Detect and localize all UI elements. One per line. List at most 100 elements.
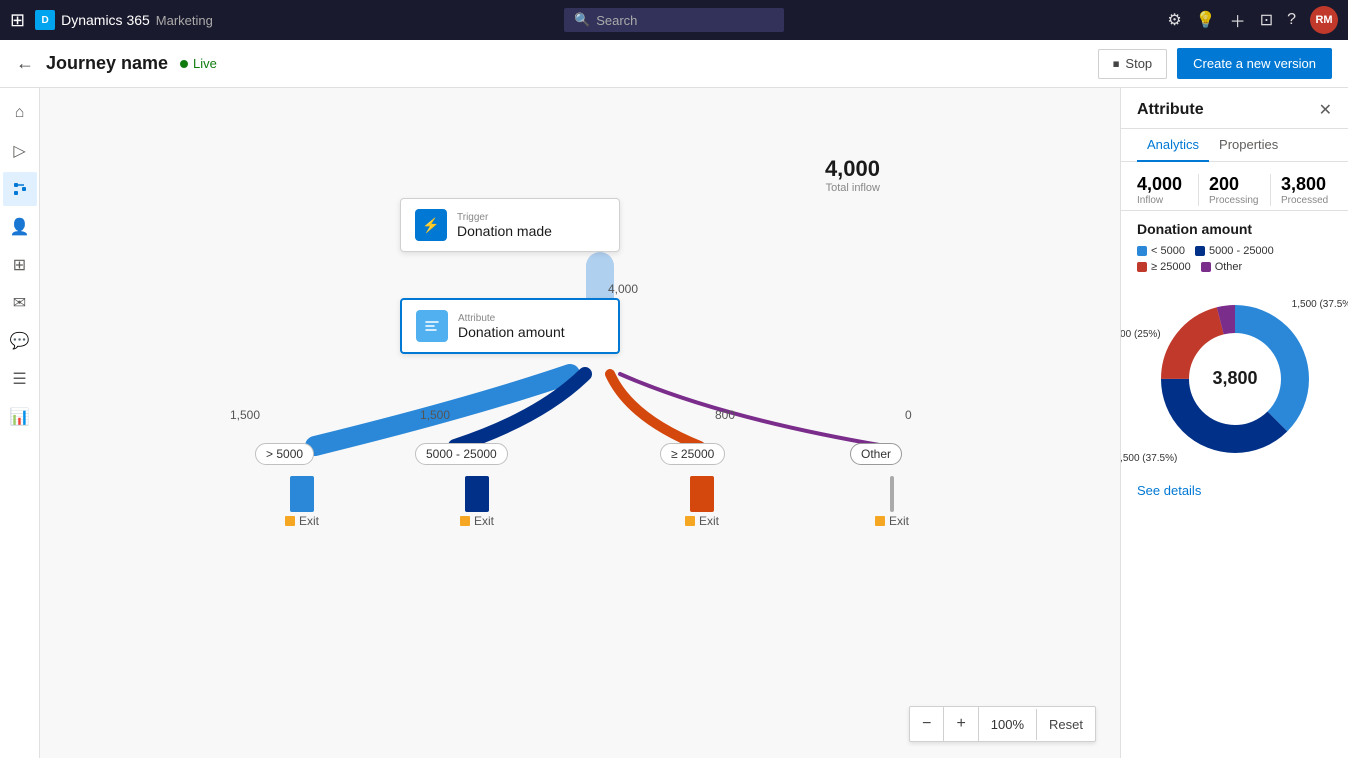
trigger-icon: ⚡: [415, 209, 447, 241]
sidebar-nav1[interactable]: ▷: [3, 134, 37, 168]
exit-bar-3: [690, 476, 714, 512]
zoom-reset-button[interactable]: Reset: [1037, 709, 1095, 740]
trigger-type: Trigger: [457, 212, 552, 223]
settings-icon[interactable]: ⚙: [1167, 10, 1181, 30]
attribute-name: Donation amount: [458, 324, 565, 340]
branch-count-1: 1,500: [230, 408, 260, 422]
legend-dot-other: [1201, 262, 1211, 272]
sidebar-table[interactable]: ⊞: [3, 248, 37, 282]
avatar[interactable]: RM: [1310, 6, 1338, 34]
tab-properties[interactable]: Properties: [1209, 129, 1288, 162]
exit-bar-1: [290, 476, 314, 512]
branch-count-2: 1,500: [420, 408, 450, 422]
search-bar: 🔍: [564, 8, 784, 32]
legend-items: < 5000 5000 - 25000 ≥ 25000 Other: [1137, 245, 1332, 273]
exit-label-3: Exit: [685, 514, 719, 528]
tab-analytics[interactable]: Analytics: [1137, 129, 1209, 162]
donut-wrapper: 3,800 1,500 (37.5%) 800 (25%) 1,500 (37.…: [1145, 289, 1325, 469]
back-button[interactable]: ←: [16, 53, 34, 74]
sidebar-chat[interactable]: 💬: [3, 324, 37, 358]
apps-icon[interactable]: ⊞: [10, 10, 25, 31]
branch-label-4: Other: [850, 443, 902, 465]
legend-item-3: ≥ 25000: [1137, 261, 1191, 273]
sidebar: ⌂ ▷ 👤 ⊞ ✉ 💬 ☰ 📊: [0, 88, 40, 758]
exit-label-4: Exit: [875, 514, 909, 528]
legend-label-3: ≥ 25000: [1151, 261, 1191, 273]
panel-title: Attribute: [1137, 101, 1204, 119]
panel-header: Attribute ✕: [1121, 88, 1348, 129]
filter-icon[interactable]: ⊡: [1260, 10, 1273, 30]
create-new-version-button[interactable]: Create a new version: [1177, 48, 1332, 79]
sidebar-list[interactable]: ☰: [3, 362, 37, 396]
exit-bar-4: [890, 476, 894, 512]
sidebar-journey[interactable]: [3, 172, 37, 206]
stats-section: 4,000 Inflow 200 Processing 3,800 Proces…: [1121, 162, 1348, 211]
svg-text:4,000: 4,000: [608, 282, 638, 296]
canvas-content: 4,000 Total inflow 4,000: [40, 88, 1120, 758]
branch-label-2: 5000 - 25000: [415, 443, 508, 465]
annotation-top-left: 800 (25%): [1120, 329, 1161, 340]
sidebar-home[interactable]: ⌂: [3, 96, 37, 130]
stat-inflow: 4,000 Inflow: [1137, 174, 1199, 206]
stat-processed-label: Processed: [1281, 195, 1332, 206]
stop-icon: ⏹: [1113, 56, 1120, 72]
sidebar-contacts[interactable]: 👤: [3, 210, 37, 244]
brand-name: Dynamics 365: [61, 12, 150, 28]
exit-icon-2: [460, 516, 470, 526]
exit-icon-3: [685, 516, 695, 526]
trigger-node[interactable]: ⚡ Trigger Donation made: [400, 198, 620, 252]
donation-title: Donation amount: [1137, 221, 1332, 237]
donut-svg: 3,800: [1145, 289, 1325, 469]
attribute-type: Attribute: [458, 313, 565, 324]
legend-label-other: Other: [1215, 261, 1243, 273]
stat-processing-value: 200: [1209, 174, 1260, 195]
exit-box-3: Exit: [685, 476, 719, 528]
sidebar-analytics[interactable]: 📊: [3, 400, 37, 434]
zoom-controls: − + 100% Reset: [909, 706, 1096, 742]
panel-tabs: Analytics Properties: [1121, 129, 1348, 162]
exit-box-1: Exit: [285, 476, 319, 528]
sidebar-email[interactable]: ✉: [3, 286, 37, 320]
panel-close-button[interactable]: ✕: [1319, 100, 1332, 120]
add-icon[interactable]: ＋: [1230, 8, 1246, 32]
exit-icon-1: [285, 516, 295, 526]
zoom-plus-button[interactable]: +: [944, 707, 978, 741]
exit-bar-2: [465, 476, 489, 512]
trigger-name: Donation made: [457, 223, 552, 239]
legend-item-1: < 5000: [1137, 245, 1185, 257]
exit-box-4: Exit: [875, 476, 909, 528]
canvas-inflow-value: 4,000: [825, 156, 880, 182]
brand: D Dynamics 365 Marketing: [35, 10, 213, 30]
stat-inflow-label: Inflow: [1137, 195, 1188, 206]
search-input[interactable]: [596, 13, 766, 28]
legend-dot-3: [1137, 262, 1147, 272]
main-layout: ⌂ ▷ 👤 ⊞ ✉ 💬 ☰ 📊 4,000 Total inflow 4,000: [0, 88, 1348, 758]
see-details-link[interactable]: See details: [1121, 473, 1348, 508]
stat-processed-value: 3,800: [1281, 174, 1332, 195]
canvas-area: 4,000 Total inflow 4,000: [40, 88, 1120, 758]
live-badge: Live: [180, 56, 217, 71]
journey-title: Journey name: [46, 53, 168, 74]
exit-icon-4: [875, 516, 885, 526]
stat-processing: 200 Processing: [1199, 174, 1271, 206]
help-icon[interactable]: ?: [1287, 11, 1296, 29]
legend-item-2: 5000 - 25000: [1195, 245, 1274, 257]
lightbulb-icon[interactable]: 💡: [1196, 10, 1216, 30]
trigger-text: Trigger Donation made: [457, 212, 552, 239]
exit-label-1: Exit: [285, 514, 319, 528]
donut-container: 3,800 1,500 (37.5%) 800 (25%) 1,500 (37.…: [1137, 281, 1332, 473]
flow-svg: 4,000: [40, 88, 1120, 758]
legend-label-2: 5000 - 25000: [1209, 245, 1274, 257]
zoom-percent: 100%: [979, 709, 1037, 740]
live-dot: [180, 60, 188, 68]
legend-item-other: Other: [1201, 261, 1243, 273]
brand-logo: D: [35, 10, 55, 30]
topbar-right-icons: ⚙ 💡 ＋ ⊡ ? RM: [1167, 6, 1338, 34]
stop-button[interactable]: ⏹ Stop: [1098, 49, 1167, 79]
legend-dot-1: [1137, 246, 1147, 256]
zoom-minus-button[interactable]: −: [910, 707, 944, 741]
attribute-node[interactable]: Attribute Donation amount: [400, 298, 620, 354]
stat-inflow-value: 4,000: [1137, 174, 1188, 195]
stats-row: 4,000 Inflow 200 Processing 3,800 Proces…: [1137, 174, 1332, 206]
annotation-top-right: 1,500 (37.5%): [1292, 299, 1348, 310]
